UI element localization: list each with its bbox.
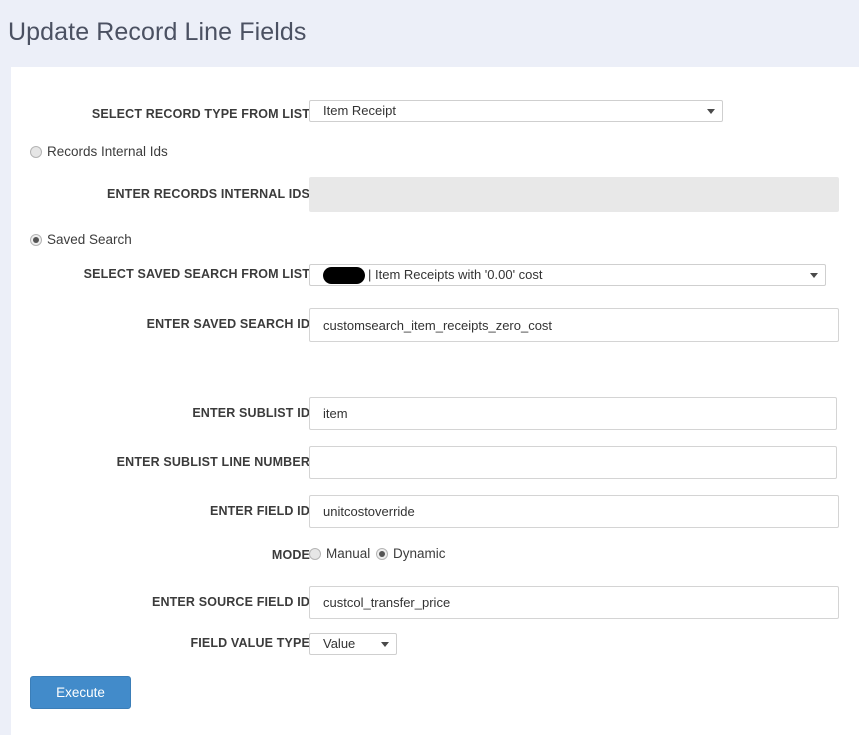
form-content-panel: SELECT RECORD TYPE FROM LIST Item Receip… bbox=[11, 67, 859, 735]
radio-mode-dynamic-label: Dynamic bbox=[393, 546, 446, 561]
form-row-saved-search-id: ENTER SAVED SEARCH ID bbox=[11, 308, 859, 342]
saved-search-id-input[interactable] bbox=[309, 308, 839, 342]
page-header: Update Record Line Fields bbox=[0, 0, 859, 67]
field-value-type-label: FIELD VALUE TYPE bbox=[190, 636, 310, 650]
field-value-type-select[interactable]: Value bbox=[309, 633, 397, 655]
radio-records-internal-ids-indicator[interactable] bbox=[30, 146, 42, 158]
radio-saved-search-label: Saved Search bbox=[47, 232, 132, 247]
form-row-field-value-type: FIELD VALUE TYPE Value bbox=[11, 633, 859, 655]
field-value-type-select-value: Value bbox=[323, 634, 355, 654]
sublist-line-number-input[interactable] bbox=[309, 446, 837, 479]
radio-mode-manual-label: Manual bbox=[326, 546, 370, 561]
radio-records-internal-ids[interactable]: Records Internal Ids bbox=[30, 144, 168, 159]
radio-saved-search-indicator[interactable] bbox=[30, 234, 42, 246]
saved-search-select[interactable]: | Item Receipts with '0.00' cost bbox=[309, 264, 826, 286]
page-title: Update Record Line Fields bbox=[8, 18, 307, 47]
page-root: Update Record Line Fields SELECT RECORD … bbox=[0, 0, 859, 735]
radio-mode-dynamic-indicator[interactable] bbox=[376, 548, 388, 560]
radio-records-internal-ids-label: Records Internal Ids bbox=[47, 144, 168, 159]
chevron-down-icon bbox=[810, 273, 818, 278]
record-type-label: SELECT RECORD TYPE FROM LIST bbox=[92, 107, 310, 121]
field-id-label: ENTER FIELD ID bbox=[210, 504, 310, 518]
chevron-down-icon bbox=[707, 109, 715, 114]
radio-mode-manual-indicator[interactable] bbox=[309, 548, 321, 560]
source-field-id-label: ENTER SOURCE FIELD ID bbox=[152, 595, 310, 609]
mode-label: MODE bbox=[272, 548, 310, 562]
saved-search-list-label: SELECT SAVED SEARCH FROM LIST bbox=[84, 267, 310, 281]
saved-search-id-label: ENTER SAVED SEARCH ID bbox=[147, 317, 310, 331]
radio-saved-search[interactable]: Saved Search bbox=[30, 232, 132, 247]
records-internal-ids-input bbox=[309, 177, 839, 212]
chevron-down-icon bbox=[381, 642, 389, 647]
record-type-select[interactable]: Item Receipt bbox=[309, 100, 723, 122]
radio-mode-manual[interactable]: Manual bbox=[309, 546, 370, 561]
form-row-source-field-id: ENTER SOURCE FIELD ID bbox=[11, 586, 859, 619]
form-row-record-type: SELECT RECORD TYPE FROM LIST Item Receip… bbox=[11, 100, 859, 131]
redaction-blob bbox=[323, 267, 365, 284]
record-type-select-value: Item Receipt bbox=[323, 101, 396, 121]
form-row-field-id: ENTER FIELD ID bbox=[11, 495, 859, 528]
form-row-sublist-line-number: ENTER SUBLIST LINE NUMBER bbox=[11, 446, 859, 479]
sublist-id-label: ENTER SUBLIST ID bbox=[192, 406, 310, 420]
form-row-sublist-id: ENTER SUBLIST ID bbox=[11, 397, 859, 430]
radio-mode-dynamic[interactable]: Dynamic bbox=[376, 546, 446, 561]
field-id-input[interactable] bbox=[309, 495, 839, 528]
form-row-saved-search-list: SELECT SAVED SEARCH FROM LIST | Item Rec… bbox=[11, 264, 859, 286]
saved-search-select-value: | Item Receipts with '0.00' cost bbox=[368, 265, 543, 285]
form-row-records-internal-ids: ENTER RECORDS INTERNAL IDS bbox=[11, 177, 859, 212]
execute-button[interactable]: Execute bbox=[30, 676, 131, 709]
records-internal-ids-label: ENTER RECORDS INTERNAL IDS bbox=[107, 187, 310, 201]
source-field-id-input[interactable] bbox=[309, 586, 839, 619]
sublist-id-input[interactable] bbox=[309, 397, 837, 430]
sublist-line-number-label: ENTER SUBLIST LINE NUMBER bbox=[117, 455, 310, 469]
form-row-mode: MODE Manual Dynamic bbox=[11, 545, 859, 567]
